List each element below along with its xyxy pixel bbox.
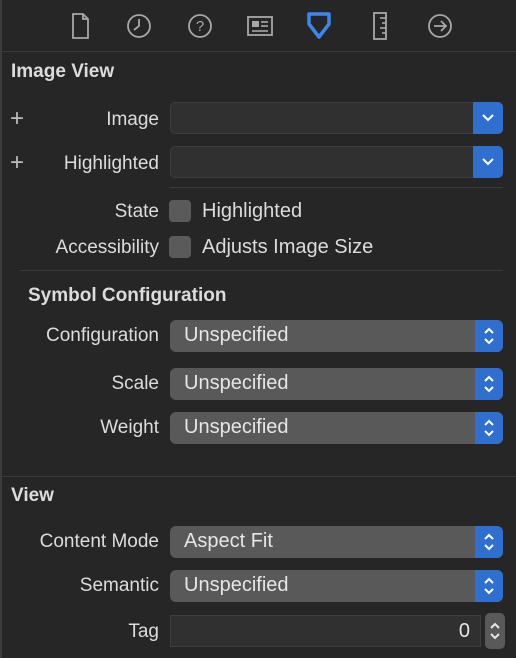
- identity-inspector-icon[interactable]: [242, 8, 278, 44]
- divider: [0, 476, 516, 477]
- tag-field[interactable]: 0: [170, 615, 481, 647]
- image-combo-chevron-down-icon[interactable]: [473, 102, 503, 134]
- inspector-toolbar: ?: [0, 0, 516, 52]
- configuration-label: Configuration: [45, 325, 159, 346]
- weight-popup-value: Unspecified: [184, 416, 289, 438]
- highlighted-combo-box[interactable]: [170, 146, 503, 178]
- connections-inspector-icon[interactable]: [422, 8, 458, 44]
- divider: [170, 187, 503, 188]
- scale-label: Scale: [111, 373, 159, 394]
- symbol-configuration-title: Symbol Configuration: [28, 285, 227, 306]
- highlighted-label: Highlighted: [63, 153, 159, 174]
- tag-field-value: 0: [458, 620, 470, 642]
- image-view-section-title: Image View: [11, 61, 115, 82]
- highlighted-add-variant-plus-icon[interactable]: +: [10, 151, 24, 175]
- weight-label: Weight: [100, 417, 159, 438]
- configuration-popup[interactable]: Unspecified: [170, 320, 503, 352]
- attributes-inspector-icon[interactable]: [301, 8, 337, 44]
- weight-popup[interactable]: Unspecified: [170, 412, 503, 444]
- content-mode-popup[interactable]: Aspect Fit: [170, 526, 503, 558]
- tag-label: Tag: [128, 621, 159, 642]
- content-mode-label: Content Mode: [39, 531, 159, 552]
- quick-help-icon[interactable]: ?: [182, 8, 218, 44]
- state-label: State: [114, 201, 159, 222]
- adjusts-image-size-checkbox[interactable]: [169, 236, 191, 258]
- scale-updown-chevron-icon: [475, 368, 503, 400]
- size-inspector-icon[interactable]: [362, 8, 398, 44]
- accessibility-label: Accessibility: [55, 237, 159, 258]
- semantic-popup-value: Unspecified: [184, 574, 289, 596]
- divider: [20, 270, 503, 271]
- tag-stepper[interactable]: [485, 613, 505, 649]
- state-highlighted-checkbox-label: Highlighted: [202, 200, 303, 222]
- view-section-title: View: [11, 485, 54, 506]
- image-combo-box[interactable]: [170, 102, 503, 134]
- scale-popup[interactable]: Unspecified: [170, 368, 503, 400]
- history-icon[interactable]: [121, 8, 157, 44]
- content-mode-popup-value: Aspect Fit: [184, 530, 273, 552]
- adjusts-image-size-checkbox-label: Adjusts Image Size: [202, 236, 374, 258]
- highlighted-combo-chevron-down-icon[interactable]: [473, 146, 503, 178]
- configuration-popup-value: Unspecified: [184, 324, 289, 346]
- semantic-popup[interactable]: Unspecified: [170, 570, 503, 602]
- file-inspector-icon[interactable]: [62, 8, 98, 44]
- content-mode-updown-chevron-icon: [475, 526, 503, 558]
- scale-popup-value: Unspecified: [184, 372, 289, 394]
- semantic-updown-chevron-icon: [475, 570, 503, 602]
- svg-text:?: ?: [196, 18, 204, 35]
- image-label: Image: [106, 109, 159, 130]
- semantic-label: Semantic: [79, 575, 159, 596]
- panel-left-border: [0, 0, 2, 658]
- weight-updown-chevron-icon: [475, 412, 503, 444]
- configuration-updown-chevron-icon: [475, 320, 503, 352]
- state-highlighted-checkbox[interactable]: [169, 200, 191, 222]
- image-add-variant-plus-icon[interactable]: +: [10, 107, 24, 131]
